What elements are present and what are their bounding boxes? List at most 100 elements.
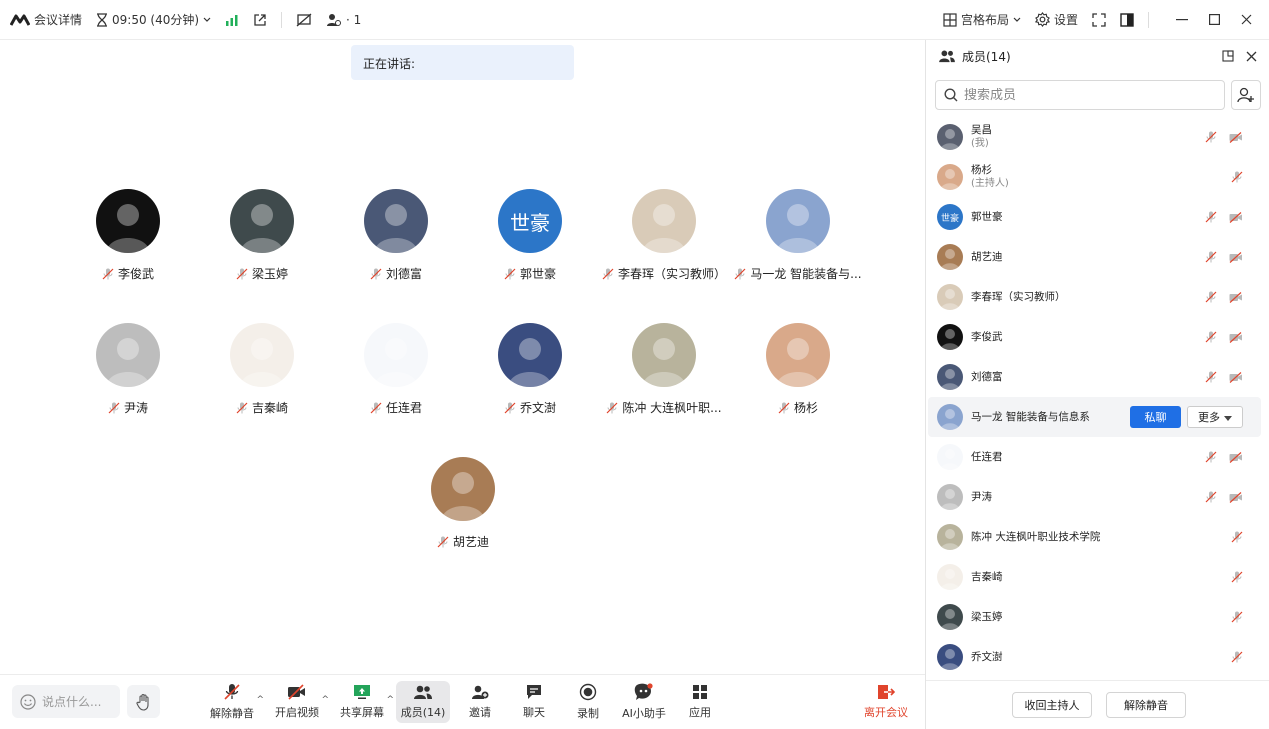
- participant-tile[interactable]: 刘德富: [321, 189, 471, 282]
- maximize-icon[interactable]: [1201, 7, 1227, 33]
- participant-tile[interactable]: 胡艺迪: [388, 457, 538, 550]
- unmute-all-button[interactable]: 解除静音: [1106, 692, 1186, 718]
- share-screen-button[interactable]: 共享屏幕 ^: [334, 681, 394, 723]
- mic-muted-icon[interactable]: [1231, 171, 1243, 183]
- participant-tile[interactable]: 尹涛: [53, 323, 203, 416]
- screen-off-icon[interactable]: [296, 13, 312, 27]
- participant-tile[interactable]: 任连君: [321, 323, 471, 416]
- search-input[interactable]: [964, 87, 1214, 103]
- members-button[interactable]: 成员(14): [396, 681, 450, 723]
- member-status-icons: [1231, 651, 1243, 663]
- mic-muted-icon[interactable]: [1205, 211, 1217, 223]
- member-row[interactable]: 杨杉 (主持人): [926, 157, 1269, 197]
- network-signal-icon[interactable]: [225, 14, 239, 26]
- member-row[interactable]: 吉秦崎: [926, 557, 1269, 597]
- raise-hand-button[interactable]: [127, 685, 160, 718]
- mic-muted-icon: [108, 402, 120, 414]
- mic-muted-icon: [504, 402, 516, 414]
- participant-tile[interactable]: 陈冲 大连枫叶职...: [589, 323, 739, 416]
- participant-tile[interactable]: 杨杉: [723, 323, 873, 416]
- close-icon[interactable]: [1246, 51, 1257, 62]
- member-row[interactable]: 李春珲（实习教师）: [926, 277, 1269, 317]
- member-list: 吴昌 (我) 杨杉 (主持人) 世豪 郭世豪 胡艺迪 李春珲（实习教师） 李俊武 刘德富 马一龙 智…: [926, 117, 1269, 677]
- invite-button[interactable]: 邀请: [452, 681, 508, 723]
- meeting-timer[interactable]: 09:50 (40分钟): [96, 11, 211, 28]
- pop-out-icon[interactable]: [1222, 50, 1234, 62]
- member-info: 马一龙 智能装备与信息系: [971, 411, 1090, 424]
- leave-meeting-button[interactable]: 离开会议: [858, 681, 914, 723]
- mic-muted-icon[interactable]: [1205, 131, 1217, 143]
- apps-button[interactable]: 应用: [672, 681, 728, 723]
- camera-off-icon[interactable]: [1229, 291, 1243, 303]
- camera-off-icon[interactable]: [1229, 131, 1243, 143]
- mic-muted-icon[interactable]: [1231, 611, 1243, 623]
- member-row[interactable]: 世豪 郭世豪: [926, 197, 1269, 237]
- share-link-icon[interactable]: [253, 13, 267, 27]
- ai-assistant-button[interactable]: AI小助手: [616, 681, 672, 723]
- fullscreen-icon[interactable]: [1092, 12, 1106, 27]
- close-icon[interactable]: [1233, 7, 1259, 33]
- record-button[interactable]: 录制: [560, 681, 616, 723]
- member-row[interactable]: 任连君: [926, 437, 1269, 477]
- mic-muted-icon[interactable]: [1205, 371, 1217, 383]
- layout-button[interactable]: 宫格布局: [943, 11, 1021, 28]
- participant-name: 刘德富: [385, 267, 422, 281]
- member-row[interactable]: 乔文澍: [926, 637, 1269, 677]
- more-button[interactable]: 更多: [1187, 406, 1243, 428]
- member-search[interactable]: [935, 80, 1225, 110]
- caret-up-icon[interactable]: ^: [386, 695, 394, 705]
- private-chat-button[interactable]: 私聊: [1130, 406, 1181, 428]
- mic-muted-icon[interactable]: [1231, 651, 1243, 663]
- mic-muted-icon[interactable]: [1205, 331, 1217, 343]
- camera-off-icon[interactable]: [1229, 491, 1243, 503]
- meeting-details-button[interactable]: 会议详情: [10, 11, 82, 28]
- camera-off-icon[interactable]: [1229, 211, 1243, 223]
- member-row[interactable]: 尹涛: [926, 477, 1269, 517]
- reclaim-host-button[interactable]: 收回主持人: [1012, 692, 1092, 718]
- mic-muted-icon: [778, 402, 790, 414]
- start-video-button[interactable]: 开启视频 ^: [269, 681, 329, 723]
- add-member-button[interactable]: [1231, 80, 1261, 110]
- mic-muted-icon[interactable]: [1231, 571, 1243, 583]
- participant-tile[interactable]: 马一龙 智能装备与...: [723, 189, 873, 282]
- participant-name-row: 梁玉婷: [187, 265, 337, 282]
- participant-tile[interactable]: 乔文澍: [455, 323, 605, 416]
- participant-tile[interactable]: 梁玉婷: [187, 189, 337, 282]
- mic-muted-icon[interactable]: [1205, 451, 1217, 463]
- mic-muted-icon[interactable]: [1205, 251, 1217, 263]
- unmute-button[interactable]: 解除静音 ^: [204, 681, 264, 723]
- camera-off-icon[interactable]: [1229, 251, 1243, 263]
- participant-tile[interactable]: 李春珲（实习教师）: [589, 189, 739, 282]
- mic-muted-icon: [370, 402, 382, 414]
- settings-button[interactable]: 设置: [1034, 11, 1078, 28]
- participant-tile[interactable]: 吉秦崎: [187, 323, 337, 416]
- participants-indicator[interactable]: · 1: [326, 13, 361, 27]
- avatar: [230, 189, 294, 253]
- camera-off-icon[interactable]: [1229, 371, 1243, 383]
- member-row[interactable]: 梁玉婷: [926, 597, 1269, 637]
- caret-up-icon[interactable]: ^: [256, 695, 264, 705]
- mic-muted-icon[interactable]: [1205, 291, 1217, 303]
- member-row[interactable]: 吴昌 (我): [926, 117, 1269, 157]
- member-row[interactable]: 刘德富: [926, 357, 1269, 397]
- mic-muted-icon[interactable]: [1205, 491, 1217, 503]
- participant-tile[interactable]: 世豪 郭世豪: [455, 189, 605, 282]
- member-row[interactable]: 胡艺迪: [926, 237, 1269, 277]
- member-status-icons: [1231, 531, 1243, 543]
- participant-name: 李春珲（实习教师）: [617, 267, 726, 281]
- mic-muted-icon[interactable]: [1231, 531, 1243, 543]
- caret-up-icon[interactable]: ^: [321, 695, 329, 705]
- quick-chat-input[interactable]: 说点什么...: [12, 685, 120, 718]
- sidebar-toggle-icon[interactable]: [1120, 12, 1134, 27]
- camera-off-icon[interactable]: [1229, 331, 1243, 343]
- camera-off-icon[interactable]: [1229, 451, 1243, 463]
- chat-button[interactable]: 聊天: [506, 681, 562, 723]
- mic-muted-icon: [606, 402, 618, 414]
- member-row[interactable]: 李俊武: [926, 317, 1269, 357]
- record-icon: [579, 683, 597, 701]
- participant-tile[interactable]: 李俊武: [53, 189, 203, 282]
- minimize-icon[interactable]: [1169, 7, 1195, 33]
- member-row[interactable]: 马一龙 智能装备与信息系 私聊 更多: [928, 397, 1261, 437]
- member-row[interactable]: 陈冲 大连枫叶职业技术学院: [926, 517, 1269, 557]
- member-info: 乔文澍: [971, 651, 1003, 664]
